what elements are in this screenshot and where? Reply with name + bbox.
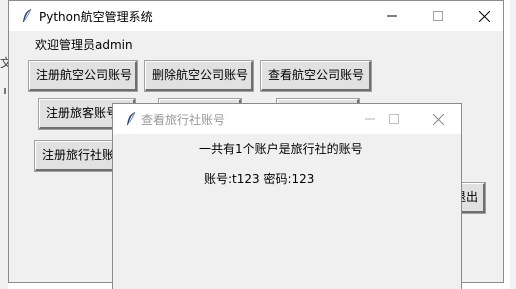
background-window-edge — [0, 0, 8, 289]
account-entry: 账号:t123 密码:123 — [204, 172, 315, 186]
view-agency-dialog: 查看旅行社账号 一共有1个账户是旅行社的账号 账号:t123 密码:123 — [112, 103, 462, 289]
dialog-close-button[interactable] — [415, 104, 461, 134]
minimize-icon — [387, 15, 397, 17]
welcome-text: 欢迎管理员admin — [35, 38, 133, 52]
close-icon — [478, 10, 490, 22]
background-window-edge-right — [510, 0, 516, 289]
main-window-title: Python航空管理系统 — [39, 10, 153, 24]
dialog-title: 查看旅行社账号 — [141, 113, 226, 127]
main-close-button[interactable] — [461, 1, 507, 31]
dialog-titlebar: 查看旅行社账号 — [113, 104, 461, 134]
account-count-summary: 一共有1个账户是旅行社的账号 — [199, 142, 363, 156]
delete-airline-button[interactable]: 删除航空公司账号 — [144, 60, 254, 92]
main-titlebar: Python航空管理系统 — [9, 1, 503, 31]
maximize-icon — [433, 11, 443, 21]
view-airline-button[interactable]: 查看航空公司账号 — [260, 60, 372, 92]
main-maximize-button[interactable] — [415, 1, 461, 31]
register-airline-button[interactable]: 注册航空公司账号 — [28, 60, 138, 92]
maximize-icon — [389, 114, 399, 124]
main-minimize-button[interactable] — [369, 1, 415, 31]
background-mark — [4, 88, 6, 94]
dialog-maximize-button[interactable] — [371, 104, 417, 134]
feather-icon — [127, 111, 136, 125]
close-icon — [432, 113, 444, 125]
feather-icon — [23, 8, 32, 22]
